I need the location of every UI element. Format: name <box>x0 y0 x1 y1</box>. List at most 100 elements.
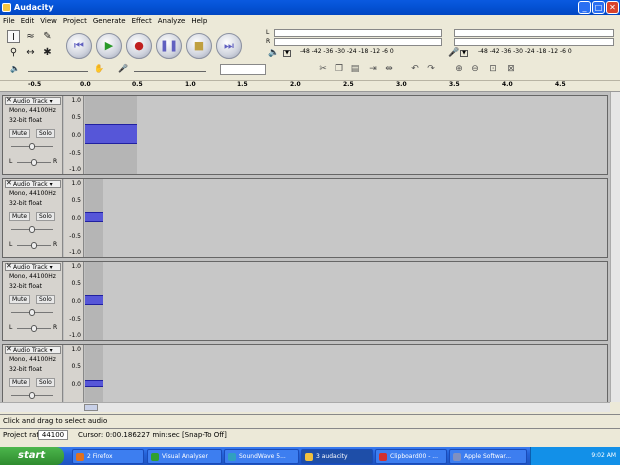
fit-selection-icon[interactable]: ⊡ <box>486 63 500 76</box>
record-button[interactable]: ● <box>126 33 152 59</box>
track-name-button[interactable]: ✕ Audio Track ▾ <box>5 97 61 105</box>
taskbar-item-firefox[interactable]: 2 Firefox <box>72 449 144 464</box>
input-volume-slider[interactable] <box>134 71 206 72</box>
pan-slider[interactable] <box>17 242 51 249</box>
gain-knob[interactable] <box>29 309 35 316</box>
pause-button[interactable]: ❚❚ <box>156 33 182 59</box>
gain-knob[interactable] <box>29 392 35 399</box>
menu-effect[interactable]: Effect <box>129 15 155 27</box>
track-rate: Mono, 44100Hz <box>9 273 56 280</box>
rec-meter-right <box>454 38 614 46</box>
audio-track-4[interactable]: ✕ Audio Track ▾ Mono, 44100Hz 32-bit floa… <box>2 344 608 403</box>
mute-button[interactable]: Mute <box>9 295 31 304</box>
undo-icon[interactable]: ↶ <box>408 63 422 76</box>
timeline-ruler[interactable]: -0.5 0.0 0.5 1.0 1.5 2.0 2.5 3.0 3.5 4.0… <box>0 81 620 92</box>
redo-icon[interactable]: ↷ <box>424 63 438 76</box>
silence-icon[interactable]: ⇹ <box>382 63 396 76</box>
pan-slider[interactable] <box>17 159 51 166</box>
track-name-button[interactable]: ✕ Audio Track ▾ <box>5 180 61 188</box>
paste-icon[interactable]: ▤ <box>348 63 362 76</box>
timeshift-tool-icon[interactable]: ↔ <box>24 46 37 59</box>
audio-track-3[interactable]: ✕ Audio Track ▾ Mono, 44100Hz 32-bit floa… <box>2 261 608 341</box>
cut-icon[interactable]: ✂ <box>316 63 330 76</box>
track-close-icon[interactable]: ✕ <box>6 346 12 353</box>
project-rate-select[interactable]: 44100 <box>38 430 68 440</box>
track-name-button[interactable]: ✕ Audio Track ▾ <box>5 346 61 354</box>
scroll-thumb[interactable] <box>84 404 98 411</box>
taskbar-item-clipboard[interactable]: Clipboard00 - ... <box>375 449 447 464</box>
stop-button[interactable]: ■ <box>186 33 212 59</box>
track-close-icon[interactable]: ✕ <box>6 263 12 270</box>
start-button[interactable]: start <box>0 447 64 465</box>
maximize-button[interactable]: □ <box>592 1 605 14</box>
microphone-icon[interactable]: 🎤 <box>448 48 459 58</box>
gain-slider[interactable] <box>11 226 53 233</box>
taskbar-item-apple-software[interactable]: Apple Softwar... <box>449 449 527 464</box>
pan-slider[interactable] <box>17 325 51 332</box>
taskbar-item-visual-analyser[interactable]: Visual Analyser <box>147 449 222 464</box>
taskbar-item-audacity[interactable]: 3 audacity <box>301 449 373 464</box>
menu-edit[interactable]: Edit <box>18 15 38 27</box>
audio-track-1[interactable]: ✕ Audio Track ▾ Mono, 44100Hz 32-bit floa… <box>2 95 608 175</box>
play-button[interactable]: ▶ <box>96 33 122 59</box>
gain-slider[interactable] <box>11 309 53 316</box>
copy-icon[interactable]: ❐ <box>332 63 346 76</box>
mute-button[interactable]: Mute <box>9 378 31 387</box>
solo-button[interactable]: Solo <box>36 295 55 304</box>
scale-label: 0.0 <box>71 381 81 388</box>
vertical-scrollbar[interactable] <box>610 92 620 402</box>
taskbar-item-soundwave[interactable]: SoundWave 5... <box>224 449 299 464</box>
menu-help[interactable]: Help <box>188 15 210 27</box>
trim-icon[interactable]: ⇥ <box>366 63 380 76</box>
menu-file[interactable]: File <box>0 15 18 27</box>
play-meter-dropdown[interactable]: ▼ <box>283 50 291 57</box>
mute-button[interactable]: Mute <box>9 212 31 221</box>
track-name-button[interactable]: ✕ Audio Track ▾ <box>5 263 61 271</box>
gain-knob[interactable] <box>29 226 35 233</box>
tracks-panel: ✕ Audio Track ▾ Mono, 44100Hz 32-bit floa… <box>0 92 610 403</box>
track-close-icon[interactable]: ✕ <box>6 97 12 104</box>
solo-button[interactable]: Solo <box>36 129 55 138</box>
pan-knob[interactable] <box>31 325 37 332</box>
title-bar: Audacity <box>0 0 620 15</box>
fit-project-icon[interactable]: ⊠ <box>504 63 518 76</box>
ruler-tick: 0.0 <box>80 81 91 88</box>
pan-knob[interactable] <box>31 242 37 249</box>
mute-button[interactable]: Mute <box>9 129 31 138</box>
gain-knob[interactable] <box>29 143 35 150</box>
solo-button[interactable]: Solo <box>36 378 55 387</box>
input-volume-icon: 🎤 <box>118 64 128 73</box>
audio-clip[interactable] <box>85 345 103 403</box>
input-source-select[interactable] <box>220 64 266 75</box>
rec-meter-dropdown[interactable]: ▼ <box>460 50 468 57</box>
zoom-in-icon[interactable]: ⊕ <box>452 63 466 76</box>
gain-slider[interactable] <box>11 143 53 150</box>
output-volume-slider[interactable] <box>28 71 88 72</box>
audio-track-2[interactable]: ✕ Audio Track ▾ Mono, 44100Hz 32-bit floa… <box>2 178 608 258</box>
visual-analyser-icon <box>151 453 159 461</box>
skip-end-button[interactable]: ⏭ <box>216 33 242 59</box>
solo-button[interactable]: Solo <box>36 212 55 221</box>
waveform-area[interactable] <box>85 179 607 257</box>
track-close-icon[interactable]: ✕ <box>6 180 12 187</box>
close-button[interactable]: ✕ <box>606 1 619 14</box>
zoom-out-icon[interactable]: ⊖ <box>468 63 482 76</box>
pan-knob[interactable] <box>31 159 37 166</box>
zoom-tool-icon[interactable]: ⚲ <box>7 46 20 59</box>
selection-tool-icon[interactable]: I <box>7 30 20 43</box>
minimize-button[interactable]: _ <box>578 1 591 14</box>
menu-generate[interactable]: Generate <box>90 15 129 27</box>
waveform-area[interactable] <box>85 96 607 174</box>
horizontal-scrollbar[interactable] <box>0 402 610 412</box>
menu-analyze[interactable]: Analyze <box>155 15 189 27</box>
waveform-area[interactable] <box>85 345 607 403</box>
waveform-area[interactable] <box>85 262 607 340</box>
envelope-tool-icon[interactable]: ≈ <box>24 30 37 43</box>
multi-tool-icon[interactable]: ✱ <box>41 46 54 59</box>
speaker-icon[interactable]: 🔈 <box>268 48 279 58</box>
skip-start-button[interactable]: ⏮ <box>66 33 92 59</box>
menu-project[interactable]: Project <box>60 15 90 27</box>
gain-slider[interactable] <box>11 392 53 399</box>
draw-tool-icon[interactable]: ✎ <box>41 30 54 43</box>
menu-view[interactable]: View <box>37 15 60 27</box>
